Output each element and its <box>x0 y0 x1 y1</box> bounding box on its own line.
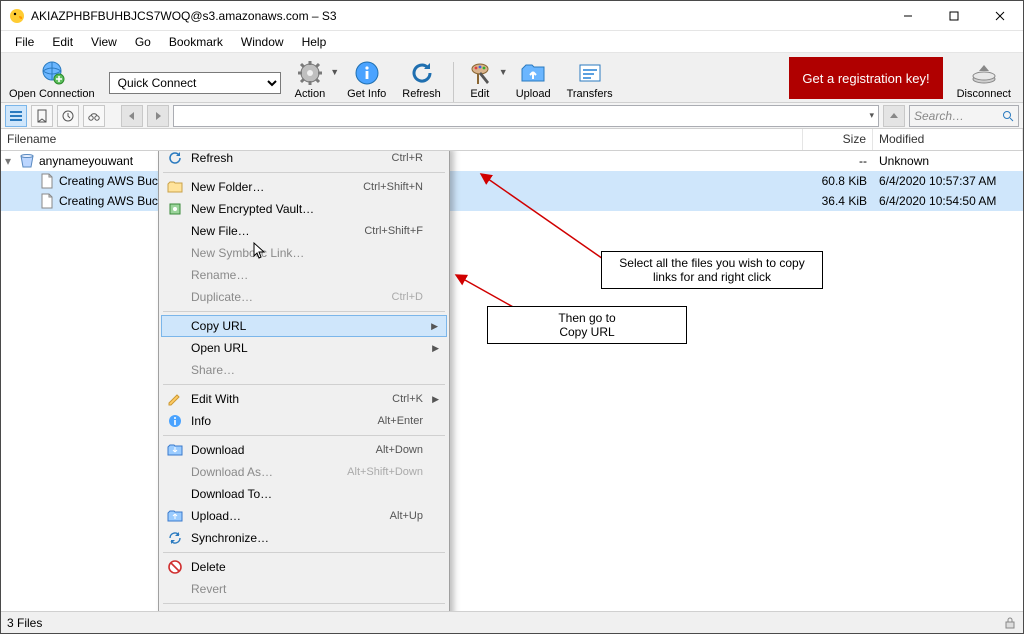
col-modified[interactable]: Modified <box>873 129 1023 150</box>
ctx-download-as: Download As…Alt+Shift+Down <box>161 461 447 483</box>
get-info-button[interactable]: Get Info <box>339 53 394 102</box>
menu-bar: File Edit View Go Bookmark Window Help <box>1 31 1023 53</box>
open-connection-button[interactable]: Open Connection <box>1 53 103 102</box>
status-bar: 3 Files <box>1 611 1023 633</box>
file-row[interactable]: Creating AWS Bucket 60.8 KiB 6/4/2020 10… <box>1 171 1023 191</box>
ctx-new-symlink: New Symbolic Link… <box>161 242 447 264</box>
nav-row: ▾ Search… <box>1 103 1023 129</box>
file-icon <box>39 193 55 209</box>
ctx-revert: Revert <box>161 578 447 600</box>
ctx-duplicate: Duplicate…Ctrl+D <box>161 286 447 308</box>
col-size[interactable]: Size <box>803 129 873 150</box>
menu-file[interactable]: File <box>7 33 42 51</box>
ctx-upload[interactable]: Upload…Alt+Up <box>161 505 447 527</box>
context-menu: RefreshCtrl+R New Folder…Ctrl+Shift+N Ne… <box>158 151 450 611</box>
action-button[interactable]: Action <box>287 53 334 102</box>
status-text: 3 Files <box>7 616 42 630</box>
maximize-button[interactable] <box>931 1 977 31</box>
menu-window[interactable]: Window <box>233 33 292 51</box>
nav-forward-button[interactable] <box>147 105 169 127</box>
menu-edit[interactable]: Edit <box>44 33 81 51</box>
ctx-synchronize[interactable]: Synchronize… <box>161 527 447 549</box>
ctx-download-to[interactable]: Download To… <box>161 483 447 505</box>
bookmarks-icon[interactable] <box>31 105 53 127</box>
file-icon <box>39 173 55 189</box>
nav-up-button[interactable] <box>883 105 905 127</box>
ctx-info[interactable]: InfoAlt+Enter <box>161 410 447 432</box>
close-button[interactable] <box>977 1 1023 31</box>
registration-banner[interactable]: Get a registration key! <box>789 57 943 99</box>
edit-button[interactable]: Edit <box>458 53 502 102</box>
ctx-rename: Rename… <box>161 264 447 286</box>
annotation-box: Select all the files you wish to copylin… <box>601 251 823 289</box>
ctx-refresh[interactable]: RefreshCtrl+R <box>161 151 447 169</box>
col-filename[interactable]: Filename <box>1 129 803 150</box>
ctx-copy-url[interactable]: Copy URL▶ <box>161 315 447 337</box>
title-bar: AKIAZPHBFBUHBJCS7WOQ@s3.amazonaws.com – … <box>1 1 1023 31</box>
edit-dropdown-icon[interactable]: ▼ <box>499 67 508 89</box>
file-list: ▾ anynameyouwant -- Unknown Creating AWS… <box>1 151 1023 611</box>
bucket-row[interactable]: ▾ anynameyouwant -- Unknown <box>1 151 1023 171</box>
ctx-new-folder[interactable]: New Folder…Ctrl+Shift+N <box>161 176 447 198</box>
transfers-button[interactable]: Transfers <box>559 53 621 102</box>
ctx-delete[interactable]: Delete <box>161 556 447 578</box>
ctx-download[interactable]: DownloadAlt+Down <box>161 439 447 461</box>
expand-icon[interactable]: ▾ <box>5 154 19 168</box>
column-headers: Filename Size Modified <box>1 129 1023 151</box>
file-row[interactable]: Creating AWS Bucket 36.4 KiB 6/4/2020 10… <box>1 191 1023 211</box>
upload-button[interactable]: Upload <box>508 53 559 102</box>
search-icon <box>1002 110 1014 122</box>
path-dropdown[interactable]: ▾ <box>173 105 879 127</box>
history-icon[interactable] <box>57 105 79 127</box>
action-dropdown-icon[interactable]: ▼ <box>330 67 339 89</box>
disconnect-button[interactable]: Disconnect <box>949 53 1019 102</box>
ctx-open-url[interactable]: Open URL▶ <box>161 337 447 359</box>
menu-go[interactable]: Go <box>127 33 159 51</box>
bucket-icon <box>19 153 35 169</box>
nav-back-button[interactable] <box>121 105 143 127</box>
app-icon <box>9 8 25 24</box>
menu-help[interactable]: Help <box>294 33 335 51</box>
bonjour-icon[interactable] <box>83 105 105 127</box>
ctx-edit-with[interactable]: Edit WithCtrl+K▶ <box>161 388 447 410</box>
lock-icon <box>1003 616 1017 630</box>
menu-view[interactable]: View <box>83 33 125 51</box>
window-title: AKIAZPHBFBUHBJCS7WOQ@s3.amazonaws.com – … <box>31 9 885 23</box>
view-list-icon[interactable] <box>5 105 27 127</box>
ctx-new-vault[interactable]: New Encrypted Vault… <box>161 198 447 220</box>
ctx-new-file[interactable]: New File…Ctrl+Shift+F <box>161 220 447 242</box>
quick-connect-dropdown[interactable]: Quick Connect <box>109 72 281 94</box>
refresh-button[interactable]: Refresh <box>394 53 449 102</box>
annotation-box: Then go toCopy URL <box>487 306 687 344</box>
search-input[interactable]: Search… <box>909 105 1019 127</box>
toolbar: Open Connection Quick Connect Action ▼ G… <box>1 53 1023 103</box>
ctx-share: Share… <box>161 359 447 381</box>
menu-bookmark[interactable]: Bookmark <box>161 33 231 51</box>
ctx-create-archive: Create Archive▶ <box>161 607 447 611</box>
minimize-button[interactable] <box>885 1 931 31</box>
